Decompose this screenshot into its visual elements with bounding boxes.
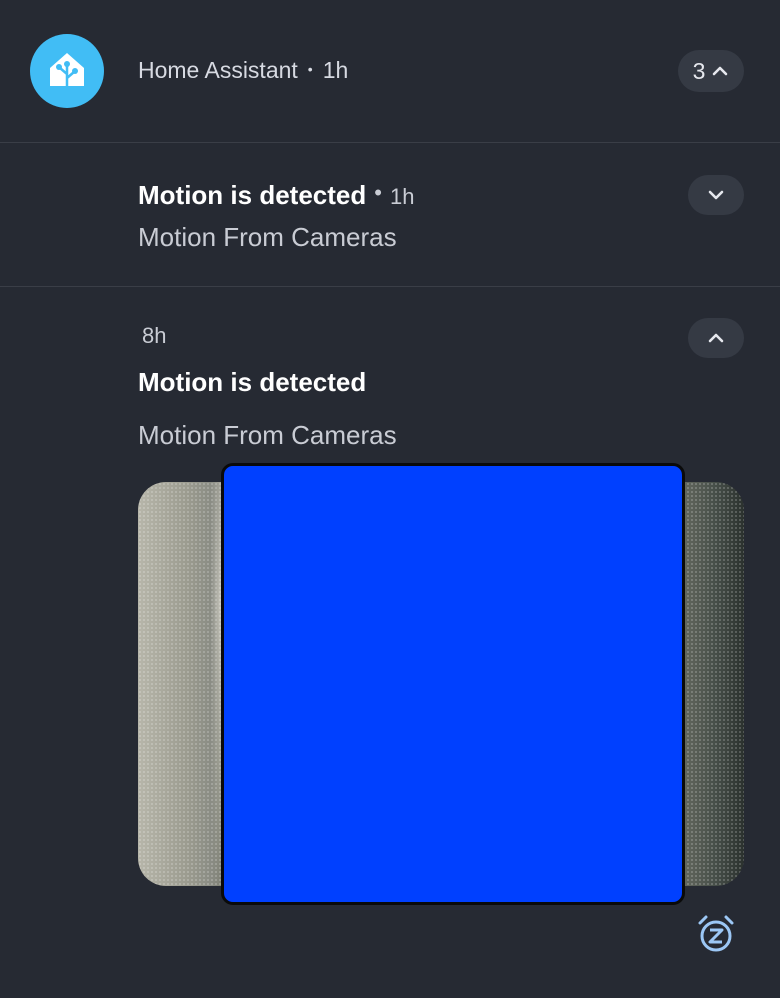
separator-dot: •	[374, 180, 382, 205]
chevron-down-icon	[708, 190, 724, 200]
separator-dot: •	[307, 61, 313, 77]
expand-button[interactable]	[688, 175, 744, 215]
notification-title: Motion is detected	[138, 367, 367, 397]
notification-body: Motion From Cameras	[138, 420, 397, 450]
snooze-button[interactable]	[694, 912, 738, 956]
header-app-info: Home Assistant • 1h	[138, 57, 348, 84]
notification-time: 1h	[389, 184, 415, 209]
group-count-toggle-button[interactable]: 3	[678, 50, 744, 92]
collapse-button[interactable]	[688, 318, 744, 358]
home-assistant-icon	[30, 34, 104, 108]
notification-group-header[interactable]: Home Assistant • 1h 3	[0, 0, 780, 142]
header-time: 1h	[322, 57, 349, 83]
redaction-box	[221, 463, 685, 905]
notification-title-text: Motion is detected	[138, 180, 367, 210]
chevron-up-icon	[708, 333, 724, 343]
snooze-alarm-icon	[698, 915, 734, 952]
notification-item-1[interactable]: Motion is detected • 1h Motion From Camera…	[0, 143, 780, 286]
notification-item-2[interactable]: 8h Motion is detected Motion From Camera…	[0, 287, 780, 998]
notification-time: 8h	[142, 323, 167, 348]
notification-body: Motion From Cameras	[138, 222, 397, 252]
notification-count: 3	[692, 57, 706, 84]
notification-title: Motion is detected • 1h	[138, 180, 414, 211]
chevron-up-icon	[713, 66, 728, 76]
app-name: Home Assistant	[138, 57, 298, 83]
